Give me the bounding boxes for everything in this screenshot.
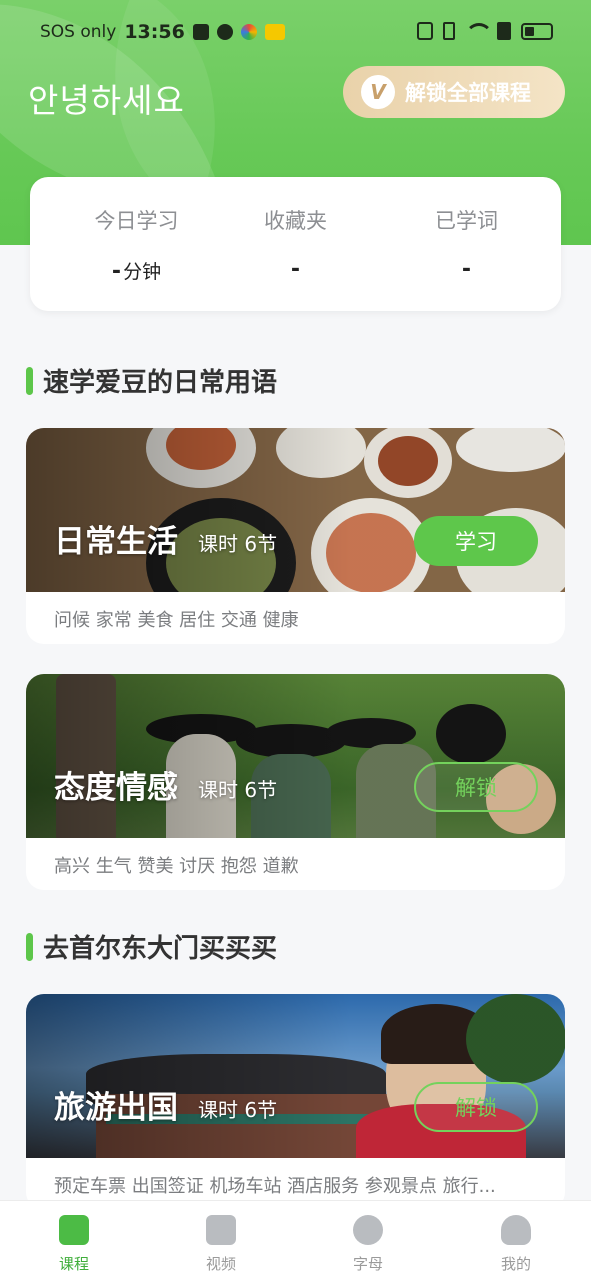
unlock-all-button[interactable]: V 解锁全部课程 (343, 66, 565, 118)
nfc-icon (417, 22, 433, 40)
alert-icon (497, 22, 511, 40)
stat-label: 已学词 (435, 209, 498, 233)
unlock-button[interactable]: 解锁 (414, 1082, 538, 1132)
bottom-tab-bar: 课程 视频 字母 我的 (0, 1200, 591, 1280)
course-name: 旅游出国 (54, 1090, 178, 1126)
vip-icon: V (361, 75, 395, 109)
course-name: 态度情感 (54, 770, 178, 806)
course-lessons: 课时 6节 (198, 1098, 278, 1122)
app-icon (240, 24, 257, 40)
course-image (26, 994, 565, 1158)
section-title-text: 速学爱豆的日常用语 (43, 368, 278, 398)
tab-courses[interactable]: 课程 (19, 1215, 129, 1274)
course-card-travel-abroad[interactable]: 旅游出国 课时 6节 解锁 预定车票 出国签证 机场车站 酒店服务 参观景点 旅… (26, 994, 565, 1210)
tab-alphabet[interactable]: 字母 (313, 1215, 423, 1274)
section-title-text: 去首尔东大门买买买 (43, 934, 278, 964)
stat-learned-words[interactable]: 已学词 - (378, 205, 555, 282)
unlock-all-label: 解锁全部课程 (405, 81, 531, 105)
course-name: 日常生活 (54, 524, 178, 560)
course-lessons: 课时 6节 (198, 778, 278, 802)
stat-value: - (290, 257, 301, 282)
section-title: 速学爱豆的日常用语 (26, 362, 277, 399)
greeting-title: 안녕하세요 (28, 82, 185, 119)
mail-icon (192, 24, 209, 40)
vibrate-icon (443, 22, 455, 40)
stat-favorites[interactable]: 收藏夹 - (207, 205, 384, 282)
course-lessons: 课时 6节 (198, 532, 278, 556)
course-tags: 高兴 生气 赞美 讨厌 抱怨 道歉 (54, 856, 299, 877)
notification-icon (264, 24, 285, 40)
course-card-attitude-emotion[interactable]: 态度情感 课时 6节 解锁 高兴 生气 赞美 讨厌 抱怨 道歉 (26, 674, 565, 890)
tab-label: 课程 (58, 1255, 89, 1273)
course-card-daily-life[interactable]: 日常生活 课时 6节 学习 问候 家常 美食 居住 交通 健康 (26, 428, 565, 644)
course-image (26, 674, 565, 838)
course-tags: 问候 家常 美食 居住 交通 健康 (54, 610, 299, 631)
stat-label: 今日学习 (94, 209, 179, 233)
video-icon (206, 1215, 236, 1245)
battery-icon (521, 22, 553, 40)
alphabet-icon (353, 1215, 383, 1245)
course-image (26, 428, 565, 592)
stats-card: 今日学习 - 分钟 收藏夹 - 已学词 - (30, 177, 561, 311)
section-accent (26, 932, 33, 961)
section-title: 去首尔东大门买买买 (26, 928, 277, 965)
tab-label: 视频 (205, 1255, 236, 1273)
learn-button[interactable]: 学习 (414, 516, 538, 566)
section-accent (26, 366, 33, 395)
profile-icon (501, 1215, 531, 1245)
wifi-icon (465, 23, 493, 39)
stat-unit: 分钟 (123, 261, 162, 283)
tab-profile[interactable]: 我的 (461, 1215, 571, 1274)
shield-icon (216, 24, 233, 40)
stat-value: - (461, 257, 472, 282)
carrier-text: SOS only (40, 22, 117, 42)
book-icon (59, 1215, 89, 1245)
status-bar: SOS only 13:56 (0, 18, 591, 48)
clock: 13:56 (124, 21, 185, 43)
tab-label: 我的 (500, 1255, 531, 1273)
stat-value: - (111, 259, 122, 284)
stat-label: 收藏夹 (264, 209, 327, 233)
course-tags: 预定车票 出国签证 机场车站 酒店服务 参观景点 旅行... (54, 1176, 496, 1197)
tab-videos[interactable]: 视频 (166, 1215, 276, 1274)
stat-study-today[interactable]: 今日学习 - 分钟 (48, 205, 225, 284)
unlock-button[interactable]: 解锁 (414, 762, 538, 812)
tab-label: 字母 (352, 1255, 383, 1273)
